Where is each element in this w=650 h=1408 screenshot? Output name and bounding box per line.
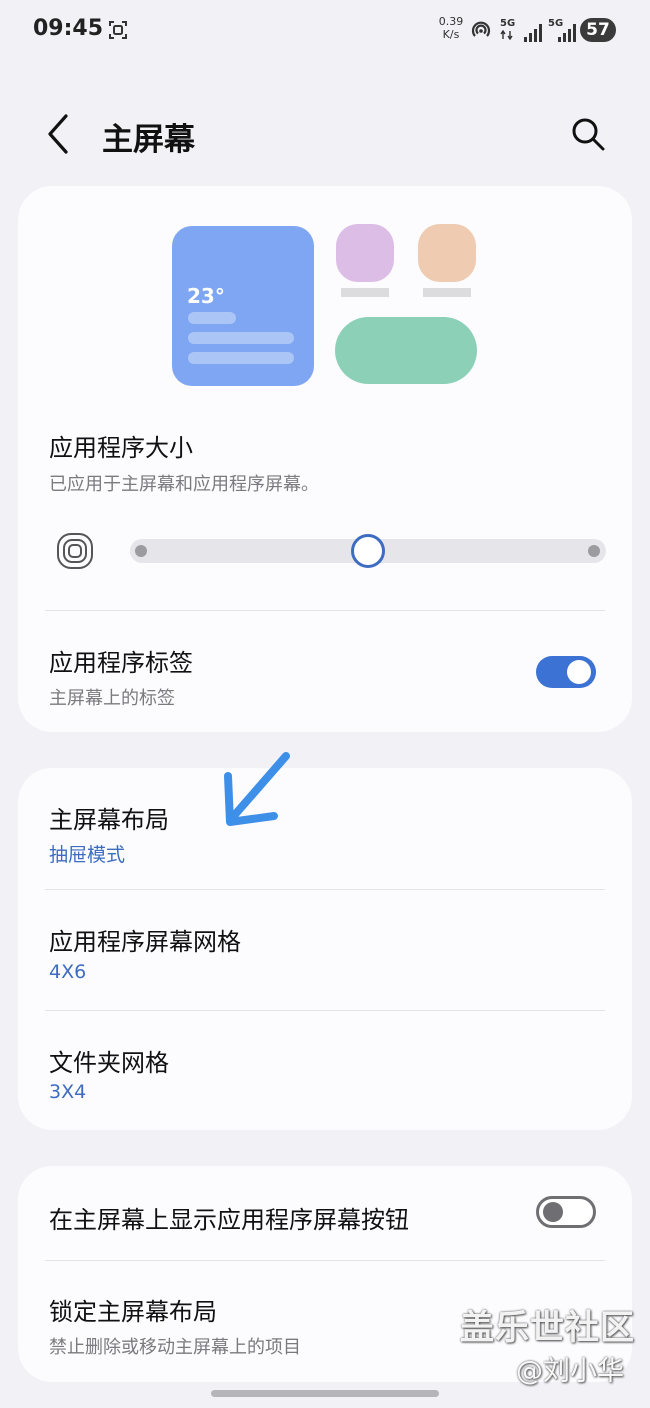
watermark-author: @刘小华 <box>516 1356 624 1387</box>
back-button[interactable] <box>40 112 80 156</box>
show-apps-button-title: 在主屏幕上显示应用程序屏幕按钮 <box>49 1206 409 1234</box>
app-icon-preview <box>336 224 394 282</box>
app-size-subtitle: 已应用于主屏幕和应用程序屏幕。 <box>49 474 319 495</box>
lock-layout-title: 锁定主屏幕布局 <box>49 1298 217 1326</box>
layout-card: 主屏幕布局 抽屉模式 应用程序屏幕网格 4X6 文件夹网格 3X4 <box>18 768 632 1130</box>
folder-grid-value: 3X4 <box>49 1081 87 1103</box>
app-labels-title: 应用程序标签 <box>49 649 193 677</box>
home-layout-title: 主屏幕布局 <box>49 806 169 834</box>
widget-placeholder-line <box>188 352 294 364</box>
app-labels-subtitle: 主屏幕上的标签 <box>49 688 175 709</box>
battery-indicator: 57 <box>580 18 616 42</box>
slider-max-tick <box>588 545 600 557</box>
sim1-network-label: 5G <box>500 18 516 29</box>
hotspot-icon <box>471 21 491 37</box>
home-screen-preview: 23° <box>18 186 632 396</box>
screenshot-icon <box>109 21 127 39</box>
divider <box>45 1260 605 1261</box>
divider <box>45 610 605 611</box>
network-speed-value: 0.39 <box>438 15 464 28</box>
toggle-knob <box>543 1202 563 1222</box>
app-grid-title: 应用程序屏幕网格 <box>49 928 241 956</box>
show-apps-button-toggle[interactable] <box>536 1196 596 1228</box>
app-size-slider[interactable] <box>130 534 606 568</box>
app-header: 主屏幕 <box>0 100 650 170</box>
app-grid-value: 4X6 <box>49 961 87 983</box>
lock-layout-subtitle: 禁止删除或移动主屏幕上的项目 <box>49 1337 301 1358</box>
watermark-brand: 盖乐世社区 <box>460 1308 635 1348</box>
sim1-signal: 5G <box>500 18 542 44</box>
app-size-card: 23° 应用程序大小 已应用于主屏幕和应用程序屏幕。 应用程序标签 主屏幕上的标… <box>18 186 632 732</box>
toggle-knob <box>567 660 591 684</box>
status-time: 09:45 <box>33 16 104 41</box>
signal-bars-icon <box>558 24 576 42</box>
page-title: 主屏幕 <box>102 122 195 158</box>
divider <box>45 889 605 890</box>
widget-placeholder-line <box>188 332 294 344</box>
app-size-icon <box>57 533 93 569</box>
slider-thumb[interactable] <box>351 534 385 568</box>
status-bar: 09:45 0.39 K/s 5G 5G 57 <box>0 0 650 60</box>
widget-placeholder-line <box>188 312 236 324</box>
app-label-placeholder <box>341 288 389 297</box>
folder-grid-title: 文件夹网格 <box>49 1049 169 1077</box>
search-icon[interactable] <box>568 114 608 154</box>
slider-min-tick <box>135 545 147 557</box>
app-label-placeholder <box>423 288 471 297</box>
network-speed-unit: K/s <box>442 28 460 41</box>
app-icon-preview <box>418 224 476 282</box>
home-layout-value: 抽屉模式 <box>49 844 126 866</box>
annotation-arrow-icon <box>224 752 290 826</box>
weather-widget-preview: 23° <box>172 226 314 386</box>
home-indicator[interactable] <box>211 1390 439 1397</box>
weather-temperature: 23° <box>187 284 225 308</box>
app-labels-toggle[interactable] <box>536 656 596 688</box>
data-arrows-icon <box>500 30 513 40</box>
app-size-title: 应用程序大小 <box>49 434 193 462</box>
widget-preview <box>335 317 477 384</box>
signal-bars-icon <box>524 24 542 42</box>
divider <box>45 1010 605 1011</box>
network-speed: 0.39 K/s <box>436 15 466 41</box>
